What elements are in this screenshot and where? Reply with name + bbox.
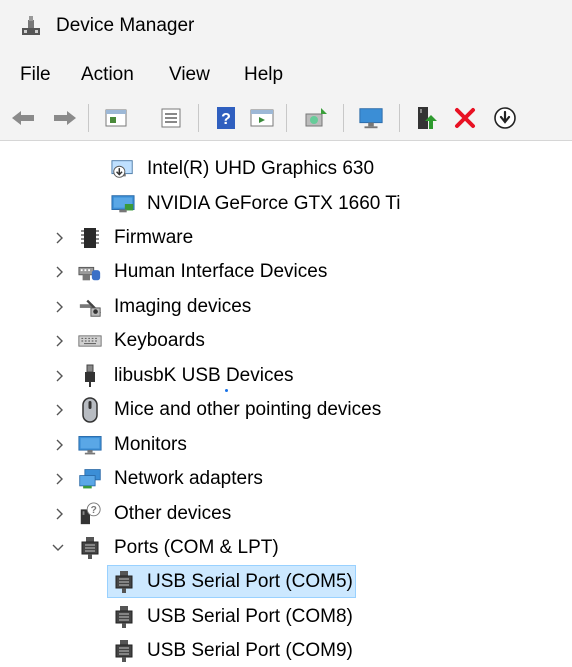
- tree-category-other[interactable]: ? Other devices: [0, 498, 572, 530]
- tree-item-label: Other devices: [114, 503, 232, 524]
- tree-item-com8[interactable]: USB Serial Port (COM8): [0, 601, 572, 633]
- tree-item-label: Ports (COM & LPT): [114, 537, 279, 558]
- tree-item-com5[interactable]: USB Serial Port (COM5): [0, 566, 572, 598]
- tree-item-label: Human Interface Devices: [114, 261, 328, 282]
- chevron-down-icon[interactable]: [51, 541, 65, 555]
- scan-hardware-icon[interactable]: [303, 105, 329, 131]
- svg-text:?: ?: [221, 111, 231, 128]
- tree-item-intel-graphics[interactable]: Intel(R) UHD Graphics 630: [0, 153, 572, 185]
- back-arrow-icon[interactable]: [10, 105, 36, 131]
- toolbar-separator: [343, 104, 344, 132]
- mouse-icon: [78, 397, 102, 423]
- chevron-right-icon[interactable]: [53, 334, 67, 348]
- text-cursor-dot: [225, 389, 228, 392]
- tree-category-imaging[interactable]: Imaging devices: [0, 291, 572, 323]
- tree-item-nvidia-graphics[interactable]: NVIDIA GeForce GTX 1660 Ti: [0, 188, 572, 220]
- port-icon: [112, 639, 136, 663]
- run-icon[interactable]: [249, 105, 275, 131]
- tree-item-label: Firmware: [114, 227, 194, 248]
- tree-category-ports[interactable]: Ports (COM & LPT): [0, 532, 572, 564]
- usb-plug-icon: [78, 364, 102, 388]
- tree-item-label: Imaging devices: [114, 296, 252, 317]
- chevron-right-icon[interactable]: [53, 369, 67, 383]
- firmware-chip-icon: [78, 226, 102, 250]
- tree-item-label: USB Serial Port (COM9): [147, 640, 353, 661]
- tree-item-label: Mice and other pointing devices: [114, 399, 382, 420]
- update-driver-icon[interactable]: [413, 105, 439, 131]
- chevron-right-icon[interactable]: [53, 300, 67, 314]
- chevron-right-icon[interactable]: [53, 231, 67, 245]
- tree-item-label: libusbK USB Devices: [114, 365, 294, 386]
- tree-item-label: Monitors: [114, 434, 187, 455]
- device-manager-icon: [22, 16, 40, 35]
- tree-category-hid[interactable]: Human Interface Devices: [0, 256, 572, 288]
- tree-item-label: USB Serial Port (COM5): [147, 571, 353, 592]
- forward-arrow-icon[interactable]: [52, 105, 78, 131]
- tree-category-keyboards[interactable]: Keyboards: [0, 325, 572, 357]
- chevron-right-icon[interactable]: [53, 438, 67, 452]
- network-adapter-icon: [78, 467, 102, 491]
- menu-view[interactable]: View: [169, 64, 210, 86]
- tree-category-mice[interactable]: Mice and other pointing devices: [0, 394, 572, 426]
- tree-category-network[interactable]: Network adapters: [0, 463, 572, 495]
- menu-file[interactable]: File: [20, 64, 51, 86]
- monitor-icon: [78, 433, 102, 457]
- show-hide-tree-icon[interactable]: [103, 105, 129, 131]
- help-icon[interactable]: ?: [213, 105, 239, 131]
- tree-item-label: Intel(R) UHD Graphics 630: [147, 158, 375, 179]
- display-monitor-icon[interactable]: [358, 105, 384, 131]
- toolbar-separator: [198, 104, 199, 132]
- port-icon: [112, 605, 136, 629]
- uninstall-icon[interactable]: [452, 105, 478, 131]
- hid-icon: [78, 260, 102, 284]
- tree-item-com9[interactable]: USB Serial Port (COM9): [0, 635, 572, 667]
- chevron-right-icon[interactable]: [53, 507, 67, 521]
- tree-category-firmware[interactable]: Firmware: [0, 222, 572, 254]
- window-title: Device Manager: [56, 15, 195, 36]
- port-icon: [78, 536, 102, 560]
- chevron-right-icon[interactable]: [53, 472, 67, 486]
- toolbar-separator: [286, 104, 287, 132]
- menu-help[interactable]: Help: [244, 64, 283, 86]
- menu-action[interactable]: Action: [81, 64, 134, 86]
- download-icon[interactable]: [492, 105, 518, 131]
- tree-category-libusbk[interactable]: libusbK USB Devices: [0, 360, 572, 392]
- display-adapter-icon: [111, 157, 135, 181]
- tree-item-label: Keyboards: [114, 330, 205, 351]
- toolbar-separator: [399, 104, 400, 132]
- tree-item-label: USB Serial Port (COM8): [147, 606, 353, 627]
- chevron-right-icon[interactable]: [53, 403, 67, 417]
- port-icon: [112, 570, 136, 594]
- display-adapter-icon: [111, 192, 135, 216]
- unknown-device-icon: ?: [78, 502, 102, 526]
- keyboard-icon: [78, 329, 102, 353]
- tree-item-label: Network adapters: [114, 468, 263, 489]
- chevron-right-icon[interactable]: [53, 265, 67, 279]
- tree-item-label: NVIDIA GeForce GTX 1660 Ti: [147, 193, 401, 214]
- toolbar-separator: [88, 104, 89, 132]
- svg-text:?: ?: [91, 505, 97, 516]
- camera-icon: [78, 295, 102, 319]
- properties-icon[interactable]: [158, 105, 184, 131]
- tree-category-monitors[interactable]: Monitors: [0, 429, 572, 461]
